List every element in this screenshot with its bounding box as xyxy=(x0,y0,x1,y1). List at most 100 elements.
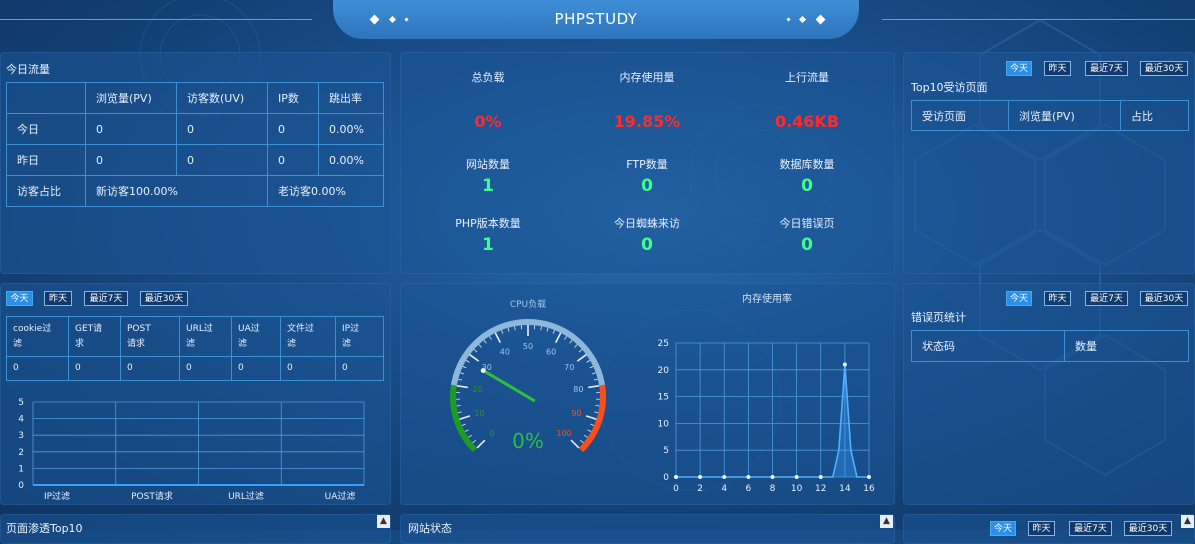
gauge-tick-label: 100 xyxy=(556,429,571,438)
gauge-tick xyxy=(590,366,594,368)
gauge-tick xyxy=(587,360,590,362)
cell: 0 xyxy=(7,357,69,381)
gauge-tick xyxy=(590,424,594,426)
gauge-tick xyxy=(508,328,509,332)
site-count-label: 网站数量 xyxy=(428,156,548,172)
header-cell: 访客数(UV) xyxy=(177,83,268,114)
x-tick-label: IP过滤 xyxy=(44,490,70,502)
gauge-tick xyxy=(470,355,479,361)
cell: 昨日 xyxy=(7,145,86,176)
header-cell: 数量 xyxy=(1065,331,1189,362)
filter-today-button[interactable]: 今天 xyxy=(6,291,33,306)
filter-today-button[interactable]: 今天 xyxy=(990,521,1016,536)
filter-yesterday-button[interactable]: 昨天 xyxy=(1028,521,1055,536)
data-point xyxy=(843,362,847,366)
gauge-tick-label: 20 xyxy=(473,385,483,394)
cell: 今日 xyxy=(7,114,86,145)
gauge-value: 0% xyxy=(512,429,544,453)
header-cell: cookie过滤 xyxy=(7,317,69,357)
cell: 0 xyxy=(121,357,180,381)
top10-table: 受访页面 浏览量(PV) 占比 xyxy=(911,100,1189,131)
x-tick-label: 10 xyxy=(791,484,803,494)
filter-30days-button[interactable]: 最近30天 xyxy=(140,291,188,306)
cell: 新访客100.00% xyxy=(86,176,268,207)
table-header-row: cookie过滤 GET请求 POST请求 URL过滤 UA过滤 文件过滤 IP… xyxy=(7,317,384,357)
scroll-up-icon[interactable]: ▲ xyxy=(1181,515,1194,528)
gauge-tick xyxy=(547,328,548,332)
data-point xyxy=(819,475,823,479)
site-status-panel: 网站状态 ▲ xyxy=(400,514,895,544)
gauge-tick xyxy=(577,355,586,361)
filter-30days-button[interactable]: 最近30天 xyxy=(1140,291,1188,306)
gauge-needle-tip xyxy=(481,368,486,373)
filter-yesterday-button[interactable]: 昨天 xyxy=(1044,291,1071,306)
gauge-tick xyxy=(541,326,542,330)
gauge-tick xyxy=(564,336,566,339)
filter-7days-button[interactable]: 最近7天 xyxy=(1085,61,1128,76)
table-row: 今日 0 0 0 0.00% xyxy=(7,114,384,145)
y-tick-label: 25 xyxy=(658,339,669,349)
gauge-tick xyxy=(460,373,464,374)
penetration-title: 页面渗透Top10 xyxy=(6,520,83,536)
header-cell: 浏览量(PV) xyxy=(1009,101,1121,131)
memory-line-chart: 内存使用率05101520250246810121416 xyxy=(640,283,895,505)
gauge-tick xyxy=(479,345,482,348)
header-cell: 文件过滤 xyxy=(281,317,336,357)
header-cell: GET请求 xyxy=(69,317,121,357)
filter-yesterday-button[interactable]: 昨天 xyxy=(1044,61,1071,76)
filter-7days-button[interactable]: 最近7天 xyxy=(1085,291,1128,306)
data-point xyxy=(867,475,871,479)
waf-table: cookie过滤 GET请求 POST请求 URL过滤 UA过滤 文件过滤 IP… xyxy=(6,316,384,381)
gauge-tick xyxy=(473,440,476,443)
gauge-tick xyxy=(592,373,596,374)
cell: 访客占比 xyxy=(7,176,86,207)
scroll-up-icon[interactable]: ▲ xyxy=(377,515,390,528)
gauge-tick xyxy=(501,330,502,334)
errors-title: 错误页统计 xyxy=(911,309,966,325)
gauge-tick xyxy=(477,440,485,448)
gauge-tick xyxy=(588,386,599,388)
filter-30days-button[interactable]: 最近30天 xyxy=(1124,521,1172,536)
filter-today-button[interactable]: 今天 xyxy=(1006,291,1032,306)
gauge-tick-label: 60 xyxy=(546,348,556,357)
waf-line-chart: 012345IP过滤POST请求URL过滤UA过滤 xyxy=(0,388,391,505)
filter-today-button[interactable]: 今天 xyxy=(1006,61,1032,76)
header-cell: IP数 xyxy=(268,83,319,114)
upload-value: 0.46KB xyxy=(747,112,867,131)
y-tick-label: 1 xyxy=(18,464,24,474)
data-point xyxy=(746,475,750,479)
load-label: 总负载 xyxy=(428,69,548,85)
bottom-right-panel: 今天 昨天 最近7天 最近30天 ▲ xyxy=(903,514,1195,544)
filter-7days-button[interactable]: 最近7天 xyxy=(1069,521,1112,536)
header-text: GET请求 xyxy=(75,322,105,352)
chart-title: 内存使用率 xyxy=(742,292,792,305)
site-status-title: 网站状态 xyxy=(408,520,452,536)
x-tick-label: URL过滤 xyxy=(228,490,264,502)
filter-yesterday-button[interactable]: 昨天 xyxy=(44,291,72,306)
x-tick-label: 4 xyxy=(721,484,727,494)
gauge-tick xyxy=(466,360,469,362)
scroll-up-icon[interactable]: ▲ xyxy=(880,515,893,528)
filter-7days-button[interactable]: 最近7天 xyxy=(84,291,128,306)
ftp-count-value: 0 xyxy=(587,176,707,196)
gauge-tick xyxy=(458,379,462,380)
gauge-title: CPU负载 xyxy=(510,298,546,310)
table-row: 昨日 0 0 0 0.00% xyxy=(7,145,384,176)
gauge-tick xyxy=(595,406,599,407)
gauge-tick xyxy=(588,430,592,432)
gauge-tick xyxy=(457,406,461,407)
waf-panel: 今天 昨天 最近7天 最近30天 cookie过滤 GET请求 POST请求 U… xyxy=(0,283,391,505)
cell: 0 xyxy=(69,357,121,381)
penetration-panel: 页面渗透Top10 ▲ xyxy=(0,514,391,544)
filter-30days-button[interactable]: 最近30天 xyxy=(1140,61,1188,76)
stats-panel: 总负载 0% 内存使用量 19.85% 上行流量 0.46KB 网站数量 1 F… xyxy=(400,52,895,274)
x-tick-label: 0 xyxy=(673,484,679,494)
gauge-tick-label: 50 xyxy=(523,342,533,351)
header-cell: 状态码 xyxy=(912,331,1065,362)
gauge-tick xyxy=(484,340,486,343)
cell: 0 xyxy=(86,145,177,176)
mem-value: 19.85% xyxy=(587,112,707,131)
header-line-right xyxy=(882,19,1195,20)
data-point xyxy=(698,475,702,479)
cell: 0 xyxy=(232,357,281,381)
